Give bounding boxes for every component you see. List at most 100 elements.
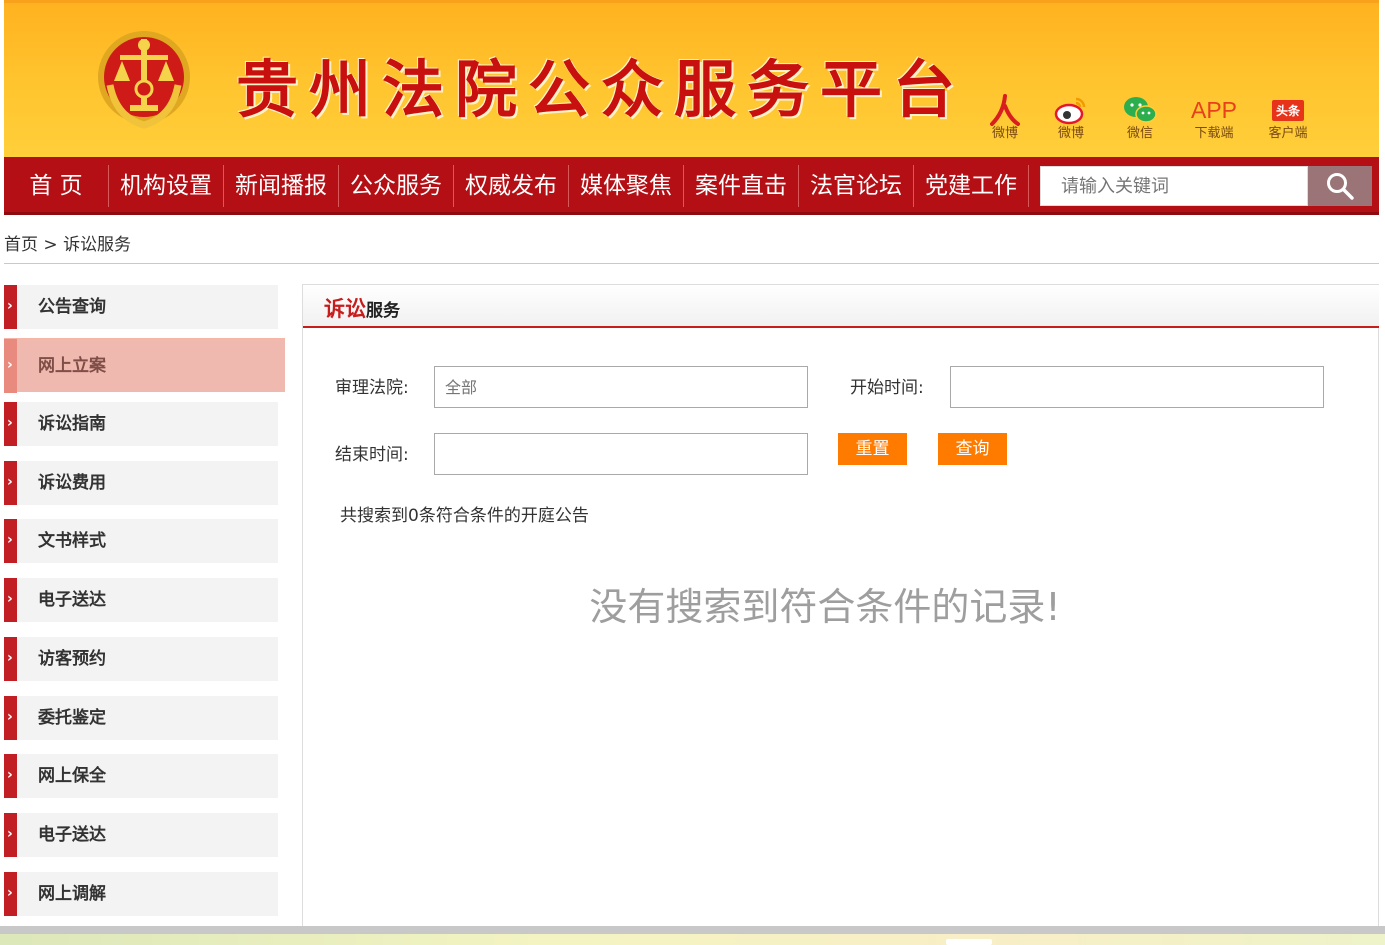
sidebar-item-label: 访客预约	[38, 649, 106, 669]
chevron-right-icon: ›	[7, 650, 13, 666]
header-links: 微博 微博 微信 APP 下载端 头条 客户端	[980, 93, 1320, 153]
reset-button[interactable]: 重置	[838, 433, 907, 465]
sidebar-item-label: 委托鉴定	[38, 708, 106, 728]
sidebar-item-label: 网上调解	[38, 884, 106, 904]
nav-item-cases[interactable]: 案件直击	[684, 157, 798, 212]
nav-item-party[interactable]: 党建工作	[914, 157, 1028, 212]
sidebar-item-label: 电子送达	[38, 825, 106, 845]
panel-title-rest: 服务	[366, 301, 400, 321]
header-banner: 贵州法院公众服务平台 微博 微博 微信 APP 下载端 头条 客户端	[4, 0, 1379, 157]
sidebar-item-label: 诉讼指南	[38, 414, 106, 434]
chevron-right-icon: ›	[7, 532, 13, 548]
sidebar-item[interactable]: › 诉讼费用	[4, 461, 278, 505]
site-title: 贵州法院公众服务平台	[236, 53, 967, 126]
sidebar-item-marker: ›	[4, 872, 17, 916]
chevron-right-icon: ›	[7, 885, 13, 901]
nav-divider	[1028, 165, 1029, 207]
sidebar-item-marker: ›	[4, 754, 17, 798]
sidebar-item[interactable]: › 委托鉴定	[4, 696, 278, 740]
bottom-strip	[0, 934, 1385, 945]
start-time-input[interactable]	[950, 366, 1324, 408]
chevron-right-icon: ›	[7, 357, 13, 373]
sidebar-item-marker: ›	[4, 285, 17, 329]
sidebar-item[interactable]: › 诉讼指南	[4, 402, 278, 446]
result-count: 共搜索到0条符合条件的开庭公告	[340, 506, 589, 526]
toutiao-icon: 头条	[1271, 99, 1304, 121]
sidebar-item-label: 公告查询	[38, 297, 106, 317]
header-link-label: 下载端	[1194, 126, 1234, 141]
chevron-right-icon: ›	[7, 415, 13, 431]
nav-item-media[interactable]: 媒体聚焦	[569, 157, 683, 212]
panel-title-highlight: 诉讼	[324, 297, 366, 321]
chevron-right-icon: ›	[7, 474, 13, 490]
wechat-icon	[1124, 97, 1157, 123]
header-link-label: 微博	[991, 126, 1018, 141]
horizontal-scrollbar[interactable]	[0, 926, 1385, 934]
sidebar-item[interactable]: › 电子送达	[4, 813, 278, 857]
header-link-sina-weibo[interactable]: 微博	[1036, 93, 1106, 141]
panel-title: 诉讼服务	[324, 293, 400, 323]
sidebar-item-marker: ›	[4, 578, 17, 622]
court-label: 审理法院:	[335, 378, 409, 398]
sidebar-item-marker: ›	[4, 696, 17, 740]
header-link-people-weibo[interactable]: 微博	[970, 93, 1040, 141]
nav-item-home[interactable]: 首 页	[4, 157, 108, 212]
nav-item-forum[interactable]: 法官论坛	[799, 157, 913, 212]
chevron-right-icon: ›	[7, 591, 13, 607]
main-nav: 首 页 机构设置 新闻播报 公众服务 权威发布 媒体聚焦 案件直击 法官论坛 党…	[4, 157, 1379, 215]
nav-item-public-service[interactable]: 公众服务	[339, 157, 453, 212]
start-time-label: 开始时间:	[850, 378, 924, 398]
sina-weibo-icon	[1054, 97, 1086, 125]
chevron-right-icon: ›	[7, 709, 13, 725]
sidebar-item-label: 网上保全	[38, 766, 106, 786]
sidebar-item-marker: ›	[4, 519, 17, 563]
breadcrumb-separator: >	[43, 235, 58, 255]
nav-item-news[interactable]: 新闻播报	[224, 157, 338, 212]
page: 贵州法院公众服务平台 微博 微博 微信 APP 下载端 头条 客户端 首 页 机…	[0, 0, 1385, 945]
search-button[interactable]	[1308, 166, 1372, 206]
search-input[interactable]	[1040, 166, 1308, 206]
breadcrumb-home-link[interactable]: 首页	[4, 235, 38, 255]
header-link-app[interactable]: APP 下载端	[1179, 93, 1249, 141]
chevron-right-icon: ›	[7, 826, 13, 842]
sidebar-item-marker: ›	[4, 339, 17, 393]
header-link-wechat[interactable]: 微信	[1105, 93, 1175, 141]
nav-item-organization[interactable]: 机构设置	[109, 157, 223, 212]
sidebar-item[interactable]: › 网上调解	[4, 872, 278, 916]
bottom-tab	[946, 939, 992, 945]
breadcrumb: 首页 > 诉讼服务	[4, 230, 131, 255]
chevron-right-icon: ›	[7, 298, 13, 314]
court-emblem-icon	[98, 31, 190, 129]
search-icon	[1327, 173, 1354, 200]
people-weibo-icon	[990, 94, 1020, 126]
nav-item-release[interactable]: 权威发布	[454, 157, 568, 212]
sidebar-item-marker: ›	[4, 461, 17, 505]
panel-header: 诉讼服务	[303, 284, 1379, 328]
sidebar-item-label: 网上立案	[38, 356, 106, 376]
breadcrumb-current: 诉讼服务	[63, 235, 132, 255]
content-panel: 诉讼服务 审理法院: 开始时间: 结束时间: 重置 查询 共搜索到0条符合条件的…	[302, 284, 1379, 926]
app-icon: APP	[1190, 96, 1238, 123]
sidebar-item[interactable]: › 文书样式	[4, 519, 278, 563]
header-link-toutiao[interactable]: 头条 客户端	[1253, 93, 1323, 141]
court-select[interactable]	[434, 366, 808, 408]
sidebar-item-label: 电子送达	[38, 590, 106, 610]
end-time-input[interactable]	[434, 433, 808, 475]
breadcrumb-divider	[4, 263, 1379, 264]
sidebar-item[interactable]: › 公告查询	[4, 285, 278, 329]
sidebar-item[interactable]: › 电子送达	[4, 578, 278, 622]
header-link-label: 微信	[1126, 126, 1153, 141]
query-button[interactable]: 查询	[938, 433, 1007, 465]
sidebar-item-active[interactable]: › 网上立案	[4, 338, 285, 393]
sidebar-item-marker: ›	[4, 637, 17, 681]
header-link-label: 微博	[1057, 126, 1084, 141]
sidebar-item-label: 诉讼费用	[38, 473, 106, 493]
sidebar-item-marker: ›	[4, 402, 17, 446]
sidebar-item-marker: ›	[4, 813, 17, 857]
empty-message: 没有搜索到符合条件的记录!	[589, 585, 1061, 629]
sidebar-item[interactable]: › 网上保全	[4, 754, 278, 798]
end-time-label: 结束时间:	[335, 445, 409, 465]
sidebar-item-label: 文书样式	[38, 531, 106, 551]
header-link-label: 客户端	[1268, 126, 1308, 141]
sidebar-item[interactable]: › 访客预约	[4, 637, 278, 681]
